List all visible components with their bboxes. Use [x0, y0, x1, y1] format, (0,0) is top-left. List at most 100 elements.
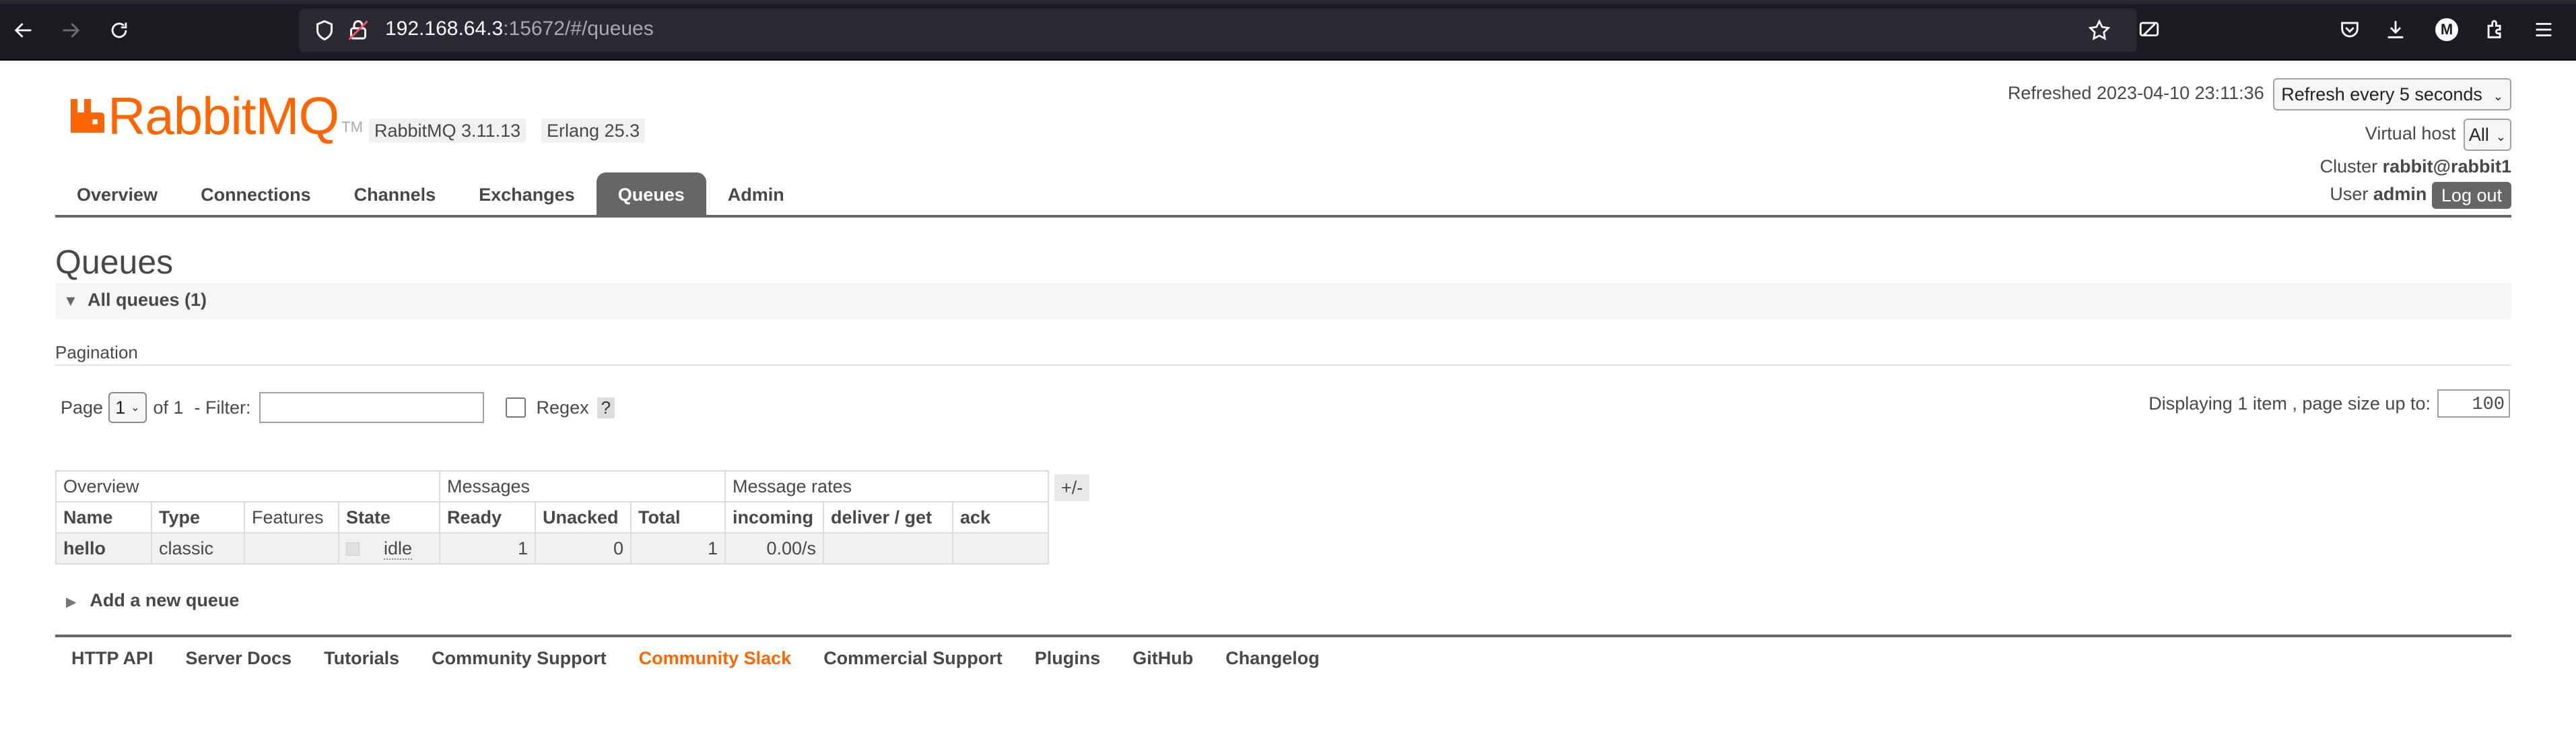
tab-overview[interactable]: Overview	[55, 172, 179, 216]
url-text: 192.168.64.3:15672/#/queues	[385, 18, 654, 40]
insecure-lock-icon[interactable]	[346, 18, 370, 42]
footer-link-changelog[interactable]: Changelog	[1225, 648, 1320, 669]
queue-incoming-rate: 0.00/s	[724, 532, 824, 565]
col-ready[interactable]: Ready	[439, 501, 536, 534]
account-button[interactable]: M	[2432, 15, 2462, 44]
regex-help-button[interactable]: ?	[597, 397, 615, 418]
pagination-heading: Pagination	[55, 342, 138, 362]
col-state[interactable]: State	[338, 501, 440, 534]
refreshed-timestamp: Refreshed 2023-04-10 23:11:36	[2007, 83, 2264, 104]
queue-state-cell: idle	[338, 532, 440, 565]
queue-type: classic	[151, 532, 245, 565]
rabbitmq-logo-icon	[71, 99, 104, 133]
extension-button[interactable]	[2134, 15, 2164, 44]
tab-connections[interactable]: Connections	[179, 172, 333, 216]
logout-button[interactable]: Log out	[2431, 182, 2511, 209]
refresh-interval-select[interactable]: Refresh every 5 seconds ⌄	[2273, 78, 2511, 110]
chevron-down-icon: ⌄	[2495, 130, 2506, 143]
chevron-down-icon: ⌄	[131, 402, 140, 414]
user-name: admin	[2373, 184, 2427, 205]
tab-queues[interactable]: Queues	[596, 172, 706, 216]
footer-link-community-support[interactable]: Community Support	[432, 648, 606, 669]
bookmark-star-icon[interactable]	[2087, 18, 2111, 42]
logo-text-mq: MQ	[255, 86, 339, 146]
account-avatar-icon: M	[2435, 18, 2458, 41]
queue-unacked: 0	[535, 532, 632, 565]
col-total[interactable]: Total	[630, 501, 726, 534]
col-features[interactable]: Features	[244, 501, 339, 534]
page-size-input[interactable]: 100	[2437, 389, 2510, 418]
logo-trademark: TM	[341, 119, 363, 135]
regex-checkbox[interactable]	[505, 397, 526, 418]
col-unacked[interactable]: Unacked	[535, 501, 632, 534]
col-ack[interactable]: ack	[952, 501, 1049, 534]
page-count-label: of 1	[153, 397, 184, 418]
vhost-select[interactable]: All ⌄	[2463, 119, 2511, 151]
footer-link-server-docs[interactable]: Server Docs	[186, 648, 292, 669]
refresh-row: Refreshed 2023-04-10 23:11:36 Refresh ev…	[2008, 78, 2511, 110]
puzzle-icon	[2487, 20, 2501, 38]
cluster-name: rabbit@rabbit1	[2382, 156, 2511, 176]
footer-link-commercial-support[interactable]: Commercial Support	[823, 648, 1003, 669]
pocket-button[interactable]	[2335, 15, 2365, 44]
page-select[interactable]: 1 ⌄	[108, 392, 147, 423]
url-path: :15672/#/queues	[503, 18, 654, 40]
rabbitmq-version-badge: RabbitMQ 3.11.13	[369, 119, 527, 143]
collapse-triangle-icon: ▼	[63, 292, 78, 309]
download-icon	[2387, 21, 2404, 38]
logo-wordmark: RabbitMQ	[108, 89, 339, 143]
footer-link-http-api[interactable]: HTTP API	[71, 648, 154, 669]
user-label: User	[2330, 184, 2369, 205]
column-toggle-button[interactable]: +/-	[1054, 474, 1090, 501]
footer-link-tutorials[interactable]: Tutorials	[324, 648, 399, 669]
rabbitmq-logo[interactable]: RabbitMQ TM	[67, 89, 363, 143]
forward-button[interactable]	[54, 13, 88, 47]
regex-label: Regex	[536, 397, 589, 418]
back-arrow-icon	[14, 23, 32, 38]
logo-text-rabbit: Rabbit	[108, 86, 256, 146]
tab-exchanges[interactable]: Exchanges	[457, 172, 597, 216]
table-row[interactable]: hello classic idle 1 0 1 0.00/s	[55, 532, 1049, 565]
add-queue-toggle[interactable]: ▶ Add a new queue	[66, 590, 239, 611]
menu-button[interactable]	[2529, 15, 2558, 44]
tab-strip	[0, 0, 2576, 4]
queue-name-link[interactable]: hello	[55, 532, 152, 565]
screenshot-icon	[2139, 22, 2159, 36]
main-nav-tabs: Overview Connections Channels Exchanges …	[55, 172, 806, 216]
expand-triangle-icon: ▶	[66, 595, 77, 610]
col-name[interactable]: Name	[55, 501, 152, 534]
shield-icon[interactable]	[312, 18, 337, 42]
extensions-button[interactable]	[2480, 15, 2510, 44]
footer-link-community-slack[interactable]: Community Slack	[639, 648, 792, 669]
page-select-value: 1	[115, 397, 126, 418]
add-queue-label: Add a new queue	[90, 590, 240, 610]
downloads-button[interactable]	[2381, 15, 2410, 44]
cluster-label: Cluster	[2319, 156, 2378, 176]
state-indicator-icon	[346, 542, 360, 556]
forward-arrow-icon	[63, 23, 80, 38]
address-bar[interactable]: 192.168.64.3:15672/#/queues	[299, 9, 2137, 52]
back-button[interactable]	[7, 13, 40, 47]
vhost-row: Virtual host All ⌄	[2365, 119, 2511, 151]
col-type[interactable]: Type	[151, 501, 245, 534]
filter-label: - Filter:	[194, 397, 251, 418]
queues-table: Overview Messages Message rates Name Typ…	[55, 470, 1049, 565]
queue-features	[244, 532, 339, 565]
all-queues-section-toggle[interactable]: ▼ All queues (1)	[55, 283, 2511, 319]
erlang-version-badge: Erlang 25.3	[541, 119, 646, 143]
col-incoming[interactable]: incoming	[724, 501, 824, 534]
hamburger-icon	[2536, 23, 2552, 36]
footer-link-github[interactable]: GitHub	[1132, 648, 1193, 669]
url-host: 192.168.64.3	[385, 18, 504, 40]
footer-link-plugins[interactable]: Plugins	[1035, 648, 1101, 669]
reload-button[interactable]	[102, 13, 136, 47]
col-deliver-get[interactable]: deliver / get	[823, 501, 953, 534]
chevron-down-icon: ⌄	[2493, 90, 2503, 103]
filter-input[interactable]	[259, 392, 484, 423]
queue-ack-rate	[952, 532, 1049, 565]
table-column-header-row: Name Type Features State Ready Unacked T…	[55, 501, 1049, 534]
queue-ready: 1	[439, 532, 536, 565]
pagination-controls: Page 1 ⌄ of 1 - Filter: Regex ?	[61, 391, 615, 424]
tab-channels[interactable]: Channels	[333, 172, 458, 216]
tab-admin[interactable]: Admin	[706, 172, 806, 216]
